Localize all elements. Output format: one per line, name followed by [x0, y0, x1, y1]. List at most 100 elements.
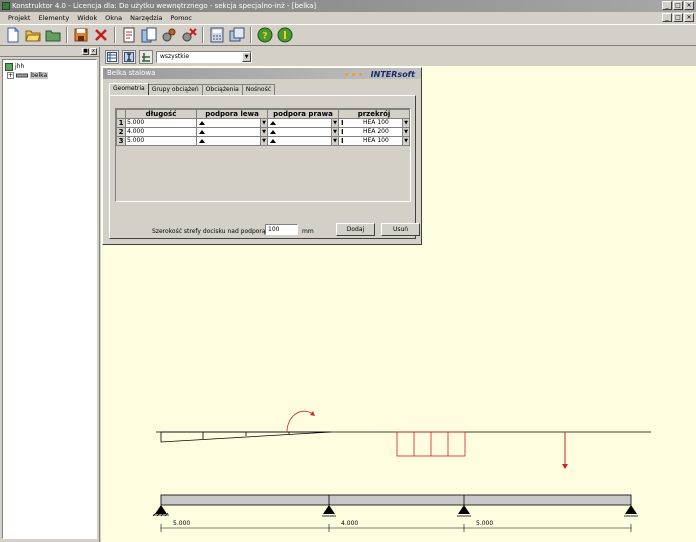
left-support-select[interactable]: ▼: [196, 118, 268, 128]
chevron-down-icon[interactable]: ▼: [331, 128, 338, 136]
save-icon: [74, 28, 88, 42]
gears-delete-icon: [182, 28, 197, 42]
chevron-down-icon[interactable]: ▼: [260, 128, 267, 136]
report-button[interactable]: [140, 26, 158, 44]
filter-combo[interactable]: wszystkie ▼: [156, 50, 252, 63]
add-span-button[interactable]: Dodaj: [336, 223, 375, 236]
section-icon: [124, 51, 134, 62]
menu-widok[interactable]: Widok: [73, 12, 101, 24]
section-select[interactable]: I HEA 100 ▼: [338, 118, 410, 128]
menu-okna[interactable]: Okna: [101, 12, 126, 24]
chevron-down-icon[interactable]: ▼: [331, 137, 338, 145]
view-section-button[interactable]: [122, 49, 136, 64]
tab-nosnosc[interactable]: Nośność: [241, 84, 276, 95]
maximize-button[interactable]: □: [673, 1, 683, 10]
tree-item-label: belka: [30, 72, 49, 79]
left-support-select[interactable]: ▼: [196, 127, 268, 137]
tree-expand-toggle[interactable]: +: [7, 72, 14, 79]
mdi-close-button[interactable]: ✕: [684, 13, 694, 22]
mdi-minimize-button[interactable]: _: [662, 13, 672, 22]
settings-remove-button[interactable]: [180, 26, 198, 44]
delete-x-icon: [95, 29, 107, 41]
delete-button[interactable]: [92, 26, 110, 44]
support-icon: [199, 129, 205, 134]
chevron-down-icon[interactable]: ▼: [260, 137, 267, 145]
spans-table[interactable]: długość podpora lewa podpora prawa przek…: [115, 108, 411, 202]
tab-obciazenia[interactable]: Obciążenia: [201, 84, 243, 95]
dialog-title-bar[interactable]: Belka stalowa INTERsoft: [103, 68, 421, 79]
section-select[interactable]: I HEA 100 ▼: [338, 136, 410, 146]
tree-root-label: jhh: [15, 63, 25, 70]
new-file-button[interactable]: [4, 26, 22, 44]
help-button[interactable]: ?: [256, 26, 274, 44]
moment-load: [286, 410, 314, 433]
close-button[interactable]: ✕: [684, 1, 694, 10]
project-tree[interactable]: jhh + belka: [2, 59, 97, 539]
row-number-header: [116, 109, 126, 119]
delete-span-button[interactable]: Usuń: [381, 223, 420, 236]
span-label-3: 5.000: [476, 520, 493, 527]
calculator-button[interactable]: [208, 26, 226, 44]
export-icon: [229, 27, 245, 42]
settings-button[interactable]: [160, 26, 178, 44]
chevron-down-icon[interactable]: ▼: [331, 119, 338, 127]
right-support-select[interactable]: ▼: [267, 127, 339, 137]
support-icon: [270, 120, 276, 125]
col-header-left-support: podpora lewa: [196, 109, 268, 119]
span-label-2: 4.000: [341, 520, 358, 527]
panel-pin-button[interactable]: ■: [82, 48, 89, 55]
info-button[interactable]: [276, 26, 294, 44]
chevron-down-icon[interactable]: ▼: [402, 119, 409, 127]
tab-geometria[interactable]: Geometria: [109, 83, 149, 95]
panel-close-button[interactable]: x: [90, 48, 97, 55]
tree-item-belka[interactable]: + belka: [5, 71, 94, 80]
length-cell[interactable]: 5.000: [125, 118, 197, 128]
toolbar-separator: [250, 27, 252, 43]
beam-icon: [16, 73, 28, 78]
contact-width-unit: mm: [302, 228, 314, 235]
intersoft-logo: INTERsoft: [370, 70, 415, 79]
length-cell[interactable]: 4.000: [125, 127, 197, 137]
geometry-tab-pane: długość podpora lewa podpora prawa przek…: [109, 95, 420, 239]
open-project-button[interactable]: [44, 26, 62, 44]
left-support-select[interactable]: ▼: [196, 136, 268, 146]
tab-grupy-obciazen[interactable]: Grupy obciążeń: [147, 84, 203, 95]
length-value: 4.000: [127, 128, 145, 135]
i-beam-icon: I: [341, 137, 344, 145]
support-icon: [199, 138, 205, 143]
dialog-tabs: Geometria Grupy obciążeń Obciążenia Nośn…: [109, 83, 276, 95]
chevron-down-icon[interactable]: ▼: [402, 128, 409, 136]
right-support-select[interactable]: ▼: [267, 136, 339, 146]
view-layers-button[interactable]: [139, 49, 153, 64]
toolbar-separator: [114, 27, 116, 43]
section-select[interactable]: I HEA 200 ▼: [338, 127, 410, 137]
tree-root[interactable]: jhh: [5, 62, 94, 71]
moment-arrowhead: [310, 411, 315, 416]
chevron-down-icon[interactable]: ▼: [260, 119, 267, 127]
right-support-select[interactable]: ▼: [267, 118, 339, 128]
menu-elementy[interactable]: Elementy: [34, 12, 73, 24]
beam-body: [160, 494, 632, 506]
length-cell[interactable]: 5.000: [125, 136, 197, 146]
view-table-button[interactable]: [105, 49, 119, 64]
save-button[interactable]: [72, 26, 90, 44]
table-row[interactable]: 3 5.000 ▼ ▼ I HEA 100 ▼: [116, 136, 410, 146]
table-row[interactable]: 1 5.000 ▼ ▼ I HEA 100 ▼: [116, 118, 410, 128]
menu-pomoc[interactable]: Pomoc: [166, 12, 196, 24]
mdi-restore-button[interactable]: □: [673, 13, 683, 22]
menu-narzedzia[interactable]: Narzędzia: [126, 12, 166, 24]
table-header-row: długość podpora lewa podpora prawa przek…: [116, 109, 410, 119]
calculator-icon: [210, 27, 224, 43]
contact-width-input[interactable]: 100: [265, 224, 298, 235]
table-row[interactable]: 2 4.000 ▼ ▼ I HEA 200 ▼: [116, 127, 410, 137]
export-button[interactable]: [228, 26, 246, 44]
print-preview-button[interactable]: [120, 26, 138, 44]
minimize-button[interactable]: _: [662, 1, 672, 10]
table-icon: [107, 51, 117, 62]
support-roller: [457, 505, 471, 517]
brand-dots: [344, 73, 362, 76]
menu-projekt[interactable]: Projekt: [4, 12, 34, 24]
open-button[interactable]: [24, 26, 42, 44]
chevron-down-icon[interactable]: ▼: [242, 51, 251, 62]
chevron-down-icon[interactable]: ▼: [402, 137, 409, 145]
